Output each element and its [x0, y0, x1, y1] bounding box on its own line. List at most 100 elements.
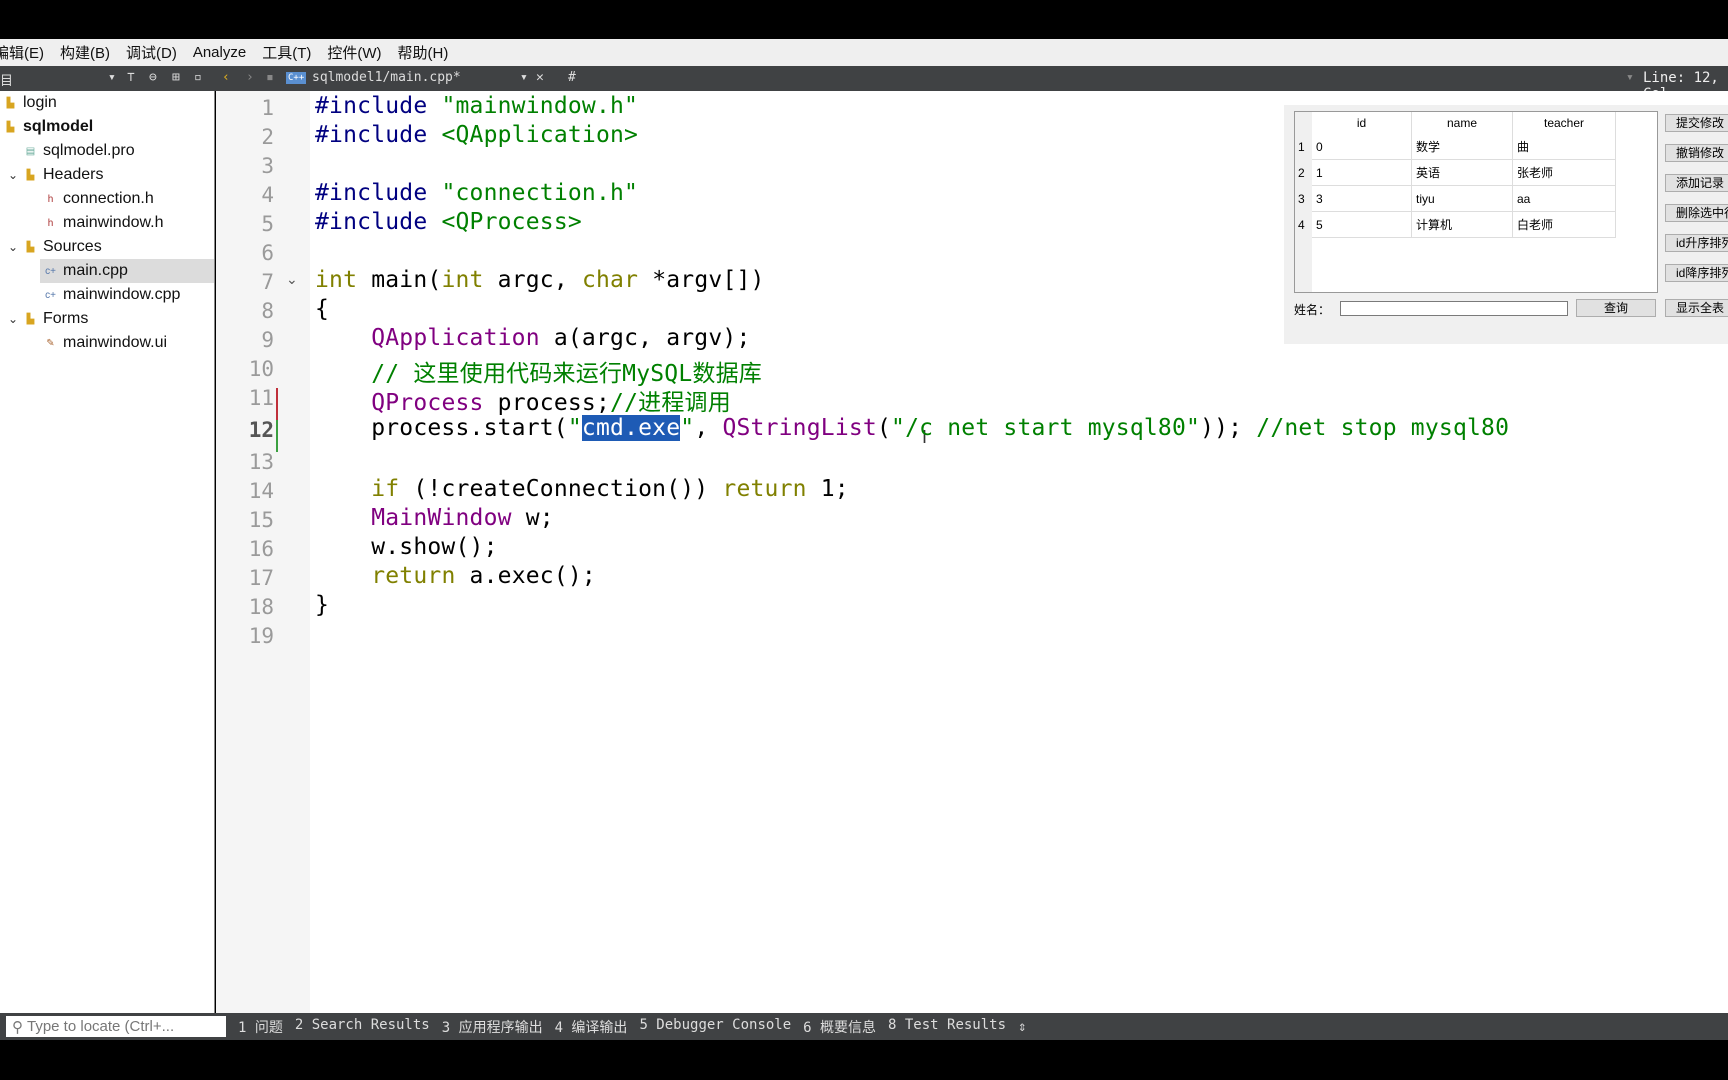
tree-item[interactable]: ⌄ ▙ Sources [0, 235, 214, 259]
project-view-selector[interactable]: 目 [0, 70, 13, 89]
menu-item[interactable]: 构建(B) [60, 42, 110, 63]
folder-icon: ▙ [26, 241, 35, 253]
tree-item[interactable]: ⌄ ▙ Forms [0, 307, 214, 331]
line-number: 9 [261, 328, 274, 352]
tree-item-label: mainwindow.ui [63, 334, 168, 351]
table-cell[interactable]: 白老师 [1513, 212, 1616, 238]
code-token: )); [1200, 415, 1257, 441]
expand-arrow-icon[interactable]: ⌄ [8, 312, 18, 326]
table-cell[interactable]: 张老师 [1513, 160, 1616, 186]
table-cell[interactable]: 英语 [1412, 160, 1513, 186]
file-dropdown-icon[interactable]: ▾ [520, 70, 528, 85]
back-icon[interactable]: ‹ [222, 70, 230, 85]
code-line[interactable]: w.show(); [315, 534, 498, 560]
column-header[interactable]: teacher [1513, 112, 1616, 134]
filter-icon[interactable]: ⊤ [127, 70, 135, 85]
menu-item[interactable]: 帮助(H) [398, 42, 449, 63]
tree-item[interactable]: ▙ login [0, 91, 214, 115]
symbol-selector[interactable]: # [568, 70, 576, 85]
tree-item[interactable]: ▙ sqlmodel [0, 115, 214, 139]
table-cell[interactable]: 数学 [1412, 134, 1513, 160]
output-tab[interactable]: 8 Test Results [888, 1017, 1006, 1037]
table-cell[interactable]: 1 [1312, 160, 1412, 186]
output-tab[interactable]: 3 应用程序输出 [442, 1017, 543, 1037]
locator-input[interactable]: ⚲ Type to locate (Ctrl+... [6, 1016, 226, 1037]
row-number: 4 [1298, 218, 1305, 232]
code-line[interactable]: if (!createConnection()) return 1; [315, 476, 849, 502]
tree-item[interactable]: ⌄ ▙ Headers [0, 163, 214, 187]
menu-item[interactable]: 调试(D) [126, 42, 177, 63]
app-preview-window: id name teacher 1 0 数学曲 2 1 英语 张老师 3 3 tiyu aa 4 5 计算机 白老… [1284, 105, 1728, 344]
tree-item-label: sqlmodel.pro [43, 142, 135, 159]
code-token: process; [483, 390, 611, 416]
split-icon[interactable]: ⊞ [172, 70, 180, 85]
column-header[interactable]: name [1412, 112, 1513, 134]
code-line[interactable]: #include "connection.h" [315, 180, 638, 206]
code-line[interactable]: } [315, 592, 329, 618]
data-table[interactable]: id name teacher 1 0 数学曲 2 1 英语 张老师 3 3 tiyu aa 4 5 计算机 白老… [1294, 111, 1658, 293]
output-tab[interactable]: 4 编译输出 [555, 1017, 628, 1037]
code-token: if [371, 476, 400, 502]
code-line[interactable]: #include "mainwindow.h" [315, 93, 638, 119]
action-button[interactable]: 撤销修改 [1665, 144, 1728, 162]
name-input[interactable] [1340, 301, 1568, 316]
table-cell[interactable]: tiyu [1412, 186, 1513, 212]
tree-item[interactable]: h mainwindow.h [0, 211, 214, 235]
action-button[interactable]: id降序排列 [1665, 264, 1728, 282]
more-tabs-icon[interactable]: ⇕ [1018, 1019, 1026, 1035]
menu-item[interactable]: 编辑(E) [0, 42, 44, 63]
tree-item[interactable]: ✎ mainwindow.ui [0, 331, 214, 355]
menu-item[interactable]: 控件(W) [327, 42, 381, 63]
code-line[interactable]: { [315, 296, 329, 322]
forward-icon[interactable]: › [246, 70, 254, 85]
link-icon[interactable]: ⊖ [149, 70, 157, 85]
line-number: 18 [248, 595, 274, 619]
code-line[interactable]: process.start("cmd.exe", QStringList("/c… [315, 415, 1509, 441]
output-tab[interactable]: 1 问题 [238, 1017, 283, 1037]
file-tab[interactable]: sqlmodel1/main.cpp* [312, 70, 461, 85]
action-button[interactable]: 添加记录 [1665, 174, 1728, 192]
code-line[interactable]: QProcess process;//进程调用 [315, 383, 731, 417]
column-header[interactable]: id [1312, 112, 1412, 134]
code-token: "/c net start mysql80" [891, 415, 1201, 441]
tree-item-label: main.cpp [63, 262, 128, 279]
table-cell[interactable]: 0 [1312, 134, 1412, 160]
output-tab[interactable]: 5 Debugger Console [639, 1017, 791, 1037]
table-cell[interactable]: 计算机 [1412, 212, 1513, 238]
dropdown-icon[interactable]: ▾ [108, 70, 116, 85]
table-cell[interactable]: 曲 [1513, 134, 1616, 160]
action-button[interactable]: 提交修改 [1665, 114, 1728, 132]
table-cell[interactable]: 3 [1312, 186, 1412, 212]
tree-item[interactable]: c+ mainwindow.cpp [0, 283, 214, 307]
menu-item[interactable]: Analyze [193, 44, 246, 61]
header-file-icon: h [47, 193, 54, 205]
dropdown-icon[interactable]: ▾ [1626, 70, 1634, 85]
tree-item[interactable]: h connection.h [0, 187, 214, 211]
output-tab[interactable]: 6 概要信息 [803, 1017, 876, 1037]
fold-chevron-icon[interactable]: ⌄ [286, 271, 298, 288]
close-sidebar-icon[interactable]: ▫ [194, 70, 202, 85]
show-all-button[interactable]: 显示全表 [1665, 299, 1728, 317]
code-line[interactable]: return a.exec(); [315, 563, 596, 589]
menu-item[interactable]: 工具(T) [262, 42, 311, 63]
code-line[interactable]: #include <QProcess> [315, 209, 582, 235]
query-button[interactable]: 查询 [1576, 299, 1656, 317]
cpp-file-icon: c+ [45, 265, 56, 277]
table-cell[interactable]: 5 [1312, 212, 1412, 238]
code-line[interactable]: MainWindow w; [315, 505, 554, 531]
code-line[interactable]: int main(int argc, char *argv[]) [315, 267, 765, 293]
line-number: 13 [248, 450, 274, 474]
table-cell[interactable]: aa [1513, 186, 1616, 212]
output-tab[interactable]: 2 Search Results [295, 1017, 430, 1037]
close-file-icon[interactable]: ✕ [536, 70, 544, 85]
tree-item[interactable]: c+ main.cpp [40, 259, 214, 283]
action-button[interactable]: id升序排列 [1665, 234, 1728, 252]
expand-arrow-icon[interactable]: ⌄ [8, 168, 18, 182]
code-line[interactable]: QApplication a(argc, argv); [315, 325, 751, 351]
code-line[interactable]: #include <QApplication> [315, 122, 638, 148]
action-button[interactable]: 删除选中行 [1665, 204, 1728, 222]
expand-arrow-icon[interactable]: ⌄ [8, 240, 18, 254]
tree-item[interactable]: ▤ sqlmodel.pro [0, 139, 214, 163]
name-label: 姓名： [1294, 303, 1331, 317]
